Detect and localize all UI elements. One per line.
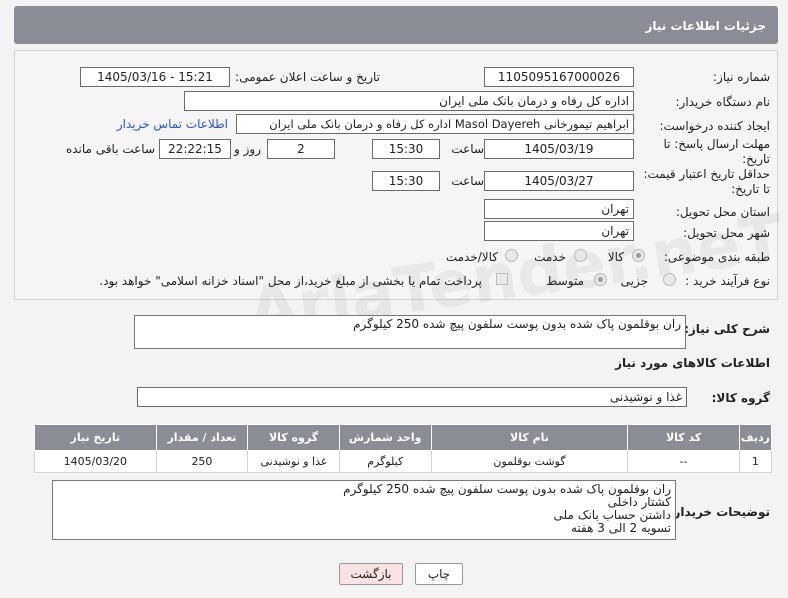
province-label: استان محل تحویل: — [675, 205, 770, 219]
days-field[interactable]: 2 — [267, 139, 335, 159]
process-option-minor: جزیی — [620, 274, 648, 288]
cell-code: -- — [627, 450, 740, 473]
page-title: جزئیات اطلاعات نیاز — [645, 19, 766, 33]
print-button[interactable]: چاپ — [415, 563, 463, 585]
deadline-date-field[interactable]: 1405/03/19 — [484, 139, 634, 159]
table-row[interactable]: 1 -- گوشت بوقلمون کیلوگرم غذا و نوشیدنی … — [34, 450, 773, 473]
process-radio-medium[interactable] — [594, 273, 607, 286]
goods-group-label: گروه کالا: — [711, 391, 770, 405]
announce-field[interactable]: 1405/03/16 - 15:21 — [80, 67, 230, 87]
city-label: شهر محل تحویل: — [683, 226, 770, 240]
creator-label: ایجاد کننده درخواست: — [659, 119, 770, 133]
goods-section-title: اطلاعات کالاهای مورد نیاز — [615, 356, 770, 370]
days-label: روز و — [234, 142, 261, 156]
process-label: نوع فرآیند خرید : — [685, 274, 770, 288]
process-option-medium: متوسط — [546, 274, 584, 288]
validity-date-field[interactable]: 1405/03/27 — [484, 171, 634, 191]
payment-checkbox[interactable] — [496, 273, 508, 285]
col-name: نام کالا — [430, 424, 629, 451]
deadline-time-label: ساعت — [451, 142, 484, 156]
cell-row: 1 — [738, 450, 773, 473]
goods-group-field[interactable]: غذا و نوشیدنی — [137, 387, 687, 407]
validity-time-field[interactable]: 15:30 — [372, 171, 440, 191]
col-row: ردیف — [738, 424, 773, 451]
cell-unit: کیلوگرم — [338, 450, 432, 473]
buyer-notes-label: توضیحات خریدار: — [668, 505, 770, 519]
validity-time-label: ساعت — [451, 174, 484, 188]
category-option-service: خدمت — [534, 250, 566, 264]
remaining-time-field[interactable]: 22:22:15 — [159, 139, 231, 159]
category-label: طبقه بندی موضوعی: — [663, 250, 770, 264]
category-option-goods: کالا — [607, 250, 624, 264]
creator-field[interactable]: ابراهیم تیمورخانی Masol Dayereh اداره کل… — [236, 114, 634, 134]
col-qty: تعداد / مقدار — [155, 424, 249, 451]
cell-name: گوشت بوقلمون — [430, 450, 629, 473]
buyer-org-field[interactable]: اداره کل رفاه و درمان بانک ملی ایران — [184, 91, 634, 111]
col-date: تاریخ نیاز — [34, 424, 157, 451]
contact-info-link[interactable]: اطلاعات تماس خریدار — [117, 117, 228, 131]
category-radio-goods[interactable] — [632, 249, 645, 262]
city-field[interactable]: تهران — [484, 221, 634, 241]
province-field[interactable]: تهران — [484, 199, 634, 219]
process-radio-minor[interactable] — [663, 273, 676, 286]
deadline-label: مهلت ارسال پاسخ: تا تاریخ: — [663, 137, 770, 166]
summary-textarea[interactable]: ران بوقلمون پاک شده بدون پوست سلفون پیچ … — [134, 315, 686, 349]
goods-table: ردیف کد کالا نام کالا واحد شمارش گروه کا… — [34, 424, 773, 473]
deadline-time-field[interactable]: 15:30 — [372, 139, 440, 159]
back-button[interactable]: بازگشت — [339, 563, 403, 585]
cell-qty: 250 — [155, 450, 249, 473]
col-group: گروه کالا — [247, 424, 340, 451]
buyer-notes-textarea[interactable]: ران بوقلمون پاک شده بدون پوست سلفون پیچ … — [52, 480, 676, 540]
category-radio-goods-service[interactable] — [505, 249, 518, 262]
announce-label: تاریخ و ساعت اعلان عمومی: — [235, 70, 380, 84]
category-option-goods-service: کالا/خدمت — [445, 250, 498, 264]
validity-label: حداقل تاریخ اعتبار قیمت: تا تاریخ: — [643, 167, 770, 196]
cell-group: غذا و نوشیدنی — [247, 450, 340, 473]
page-header: جزئیات اطلاعات نیاز — [14, 6, 778, 44]
need-number-label: شماره نیاز: — [713, 70, 770, 84]
summary-label: شرح کلی نیاز: — [684, 322, 770, 336]
cell-date: 1405/03/20 — [34, 450, 157, 473]
remaining-label: ساعت باقی مانده — [65, 142, 155, 156]
buyer-org-label: نام دستگاه خریدار: — [675, 95, 771, 109]
col-unit: واحد شمارش — [338, 424, 432, 451]
col-code: کد کالا — [627, 424, 740, 451]
category-radio-service[interactable] — [574, 249, 587, 262]
payment-note: پرداخت تمام یا بخشی از مبلغ خرید،از محل … — [99, 274, 482, 288]
need-number-field[interactable]: 1105095167000026 — [484, 67, 634, 87]
goods-table-header: ردیف کد کالا نام کالا واحد شمارش گروه کا… — [34, 424, 773, 451]
